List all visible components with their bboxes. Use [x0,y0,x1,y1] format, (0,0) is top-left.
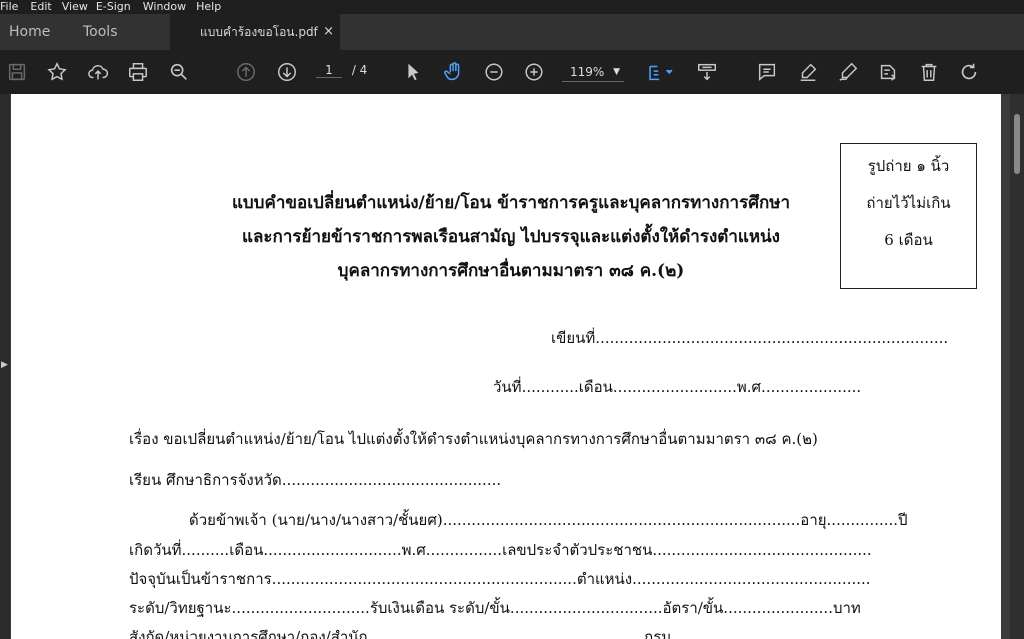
pdf-page: รูปถ่าย ๑ นิ้ว ถ่ายไว้ไม่เกิน 6 เดือน แบ… [11,94,1001,639]
menu-file[interactable]: File [0,0,24,14]
print-icon[interactable] [126,60,150,84]
zoom-out-icon[interactable] [482,60,506,84]
body-line: เกิดวันที่..........เดือน...............… [129,541,872,559]
photo-box-line: รูปถ่าย ๑ นิ้ว [867,157,950,175]
chevron-down-icon: ▼ [613,67,620,77]
zoom-in-icon[interactable] [522,60,546,84]
zoom-level-value: 119% [570,65,605,79]
menu-edit[interactable]: Edit [30,0,57,14]
scrollbar-thumb[interactable] [1014,114,1020,174]
title-line: แบบคำขอเปลี่ยนตำแหน่ง/ย้าย/โอน ข้าราชการ… [231,193,791,213]
toolbar: 1 / 4 119% ▼ [0,50,1024,94]
draw-freehand-icon[interactable] [836,60,860,84]
bookmark-star-icon[interactable] [45,60,69,84]
subject-line: เรื่อง ขอเปลี่ยนตำแหน่ง/ย้าย/โอน ไปแต่งต… [129,430,818,448]
menu-help[interactable]: Help [196,0,227,14]
document-title: แบบคำขอเปลี่ยนตำแหน่ง/ย้าย/โอน ข้าราชการ… [171,186,851,288]
menu-esign[interactable]: E-Sign [96,0,137,14]
save-icon[interactable] [5,60,29,84]
menu-view[interactable]: View [62,0,94,14]
left-panel-toggle[interactable]: ▶ [0,94,10,639]
tab-home[interactable]: Home [0,14,74,50]
menu-window[interactable]: Window [143,0,192,14]
vertical-scrollbar[interactable] [1010,94,1024,639]
stamp-icon[interactable] [876,60,900,84]
photo-box-line: 6 เดือน [884,231,933,249]
previous-page-icon[interactable] [234,60,258,84]
body-line: ระดับ/วิทยฐานะ..........................… [129,599,861,617]
page-total: / 4 [351,63,368,77]
delete-trash-icon[interactable] [917,60,941,84]
document-tab-title: แบบคำร้องขอโอน.pdf [200,25,318,39]
scroll-mode-icon[interactable] [695,60,719,84]
date-line: วันที่............เดือน.................… [493,378,862,396]
comment-icon[interactable] [755,60,779,84]
document-viewer: ▶ รูปถ่าย ๑ นิ้ว ถ่ายไว้ไม่เกิน 6 เดือน … [0,94,1024,639]
zoom-search-icon[interactable] [167,60,191,84]
rotate-icon[interactable] [957,60,981,84]
cloud-upload-icon[interactable] [86,60,110,84]
recipient-line: เรียน ศึกษาธิการจังหวัด.................… [129,471,502,489]
page-number-input[interactable]: 1 [316,63,342,78]
next-page-icon[interactable] [275,60,299,84]
photo-box: รูปถ่าย ๑ นิ้ว ถ่ายไว้ไม่เกิน 6 เดือน [840,143,977,289]
body-line: ปัจจุบันเป็นข้าราชการ...................… [129,570,871,588]
title-line: บุคลากรทางการศึกษาอื่นตามมาตรา ๓๘ ค.(๒) [337,261,685,281]
close-tab-icon[interactable]: × [323,14,334,50]
body-line: สังกัด/หน่วยงานการศึกษา/กอง/สำนัก.......… [129,628,672,639]
photo-box-line: ถ่ายไว้ไม่เกิน [866,194,951,212]
zoom-level-select[interactable]: 119% ▼ [562,62,624,82]
written-at-line: เขียนที่................................… [551,329,949,347]
tab-tools[interactable]: Tools [74,14,160,50]
body-line: ด้วยข้าพเจ้า (นาย/นาง/นางสาว/ชั้นยศ)....… [189,511,908,529]
expand-panel-icon: ▶ [1,360,8,370]
tab-bar: Home Tools แบบคำร้องขอโอน.pdf × [0,14,1024,50]
tab-document[interactable]: แบบคำร้องขอโอน.pdf × [170,14,340,50]
hand-tool-icon[interactable] [442,60,466,84]
page-indicator: 1 / 4 [316,63,367,78]
menu-bar: File Edit View E-Sign Window Help [0,0,1024,14]
highlight-pen-icon[interactable] [796,60,820,84]
title-line: และการย้ายข้าราชการพลเรือนสามัญ ไปบรรจุแ… [242,227,780,247]
select-cursor-icon[interactable] [401,60,425,84]
page-fit-icon[interactable] [644,60,678,84]
